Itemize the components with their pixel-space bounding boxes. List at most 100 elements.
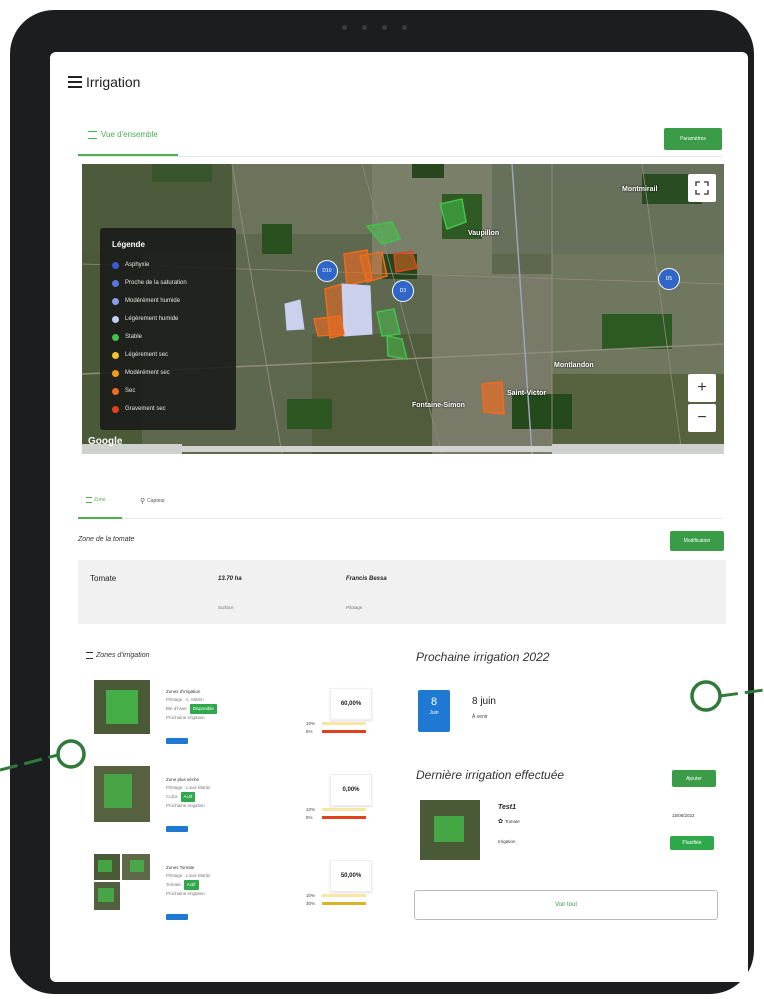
legend-item: Sec — [112, 386, 135, 396]
calendar-day: 8 — [430, 696, 438, 708]
irrigation-date: 15/06/2022 — [672, 813, 695, 818]
status-tag — [166, 738, 188, 744]
legend-item: Proche de la saturation — [112, 278, 187, 288]
next-irrigation-caption: À venir — [472, 714, 488, 720]
zone-title: Zone de la tomate — [78, 536, 135, 543]
subtab-divider — [78, 518, 723, 519]
road-badge: D5 — [658, 268, 680, 290]
status-badge: Planifiée — [670, 836, 714, 850]
sensor-icon: ⚲ — [140, 498, 146, 505]
fullscreen-button[interactable] — [688, 174, 716, 202]
road-badge: D3 — [392, 280, 414, 302]
legend-item: Asphyxie — [112, 260, 149, 270]
menu-icon[interactable] — [68, 76, 82, 88]
legend-item: Légèrement sec — [112, 350, 168, 360]
app-header: Irrigation — [50, 52, 748, 112]
camera-dot — [362, 25, 367, 30]
moisture-bar-row: 30% — [306, 900, 366, 907]
tab-overview[interactable]: Vue d'ensemble — [88, 130, 158, 139]
zone-summary: Tomate 13.70 ha Surface Francis Bessa Pi… — [78, 560, 726, 624]
status-tag — [166, 914, 188, 920]
moisture-bar-row: 5% — [306, 728, 366, 735]
place-label: Montlandon — [554, 362, 594, 369]
see-all-button[interactable]: Voir tout — [414, 890, 718, 920]
legend-dot — [112, 351, 119, 359]
next-irrigation-card: 8 Juin 8 juin À venir — [414, 674, 724, 742]
legend-title: Légende — [112, 240, 145, 249]
tablet-frame: Irrigation Vue d'ensemble Paramètres Mon… — [10, 10, 754, 994]
moisture-percentage: 0,00% — [330, 774, 372, 806]
calendar-month: Juin — [429, 710, 439, 716]
moisture-bar-row: 10% — [306, 806, 366, 813]
moisture-bar-row: 5% — [306, 814, 366, 821]
zone-crop: Tomate — [90, 574, 117, 583]
place-label: Saint-Victor — [507, 390, 547, 397]
tomato-icon: ✿ — [498, 819, 504, 825]
moisture-percentage: 50,00% — [330, 860, 372, 892]
legend-dot — [112, 405, 119, 413]
list-item[interactable]: Zones Tomate Pilotage : Louis Martin Tom… — [86, 848, 376, 934]
legend-dot — [112, 315, 119, 323]
moisture-percentage: 60,00% — [330, 688, 372, 720]
page-title: Irrigation — [86, 74, 141, 90]
map-legend: Légende Asphyxie Proche de la saturation… — [100, 228, 236, 430]
place-label: Vaupillon — [468, 230, 500, 237]
zones-list-title: Zones d'irrigation — [86, 652, 149, 659]
legend-dot — [112, 333, 119, 341]
tab-capteur-label: Capteur — [147, 498, 165, 504]
zone-area: 13.70 ha — [218, 576, 242, 582]
camera-dot — [402, 25, 407, 30]
moisture-bar-row: 10% — [306, 720, 366, 727]
modify-button[interactable]: Modification — [670, 531, 724, 551]
moisture-bar-row: 10% — [306, 892, 366, 899]
tab-capteur[interactable]: ⚲ Capteur — [140, 497, 165, 505]
settings-button[interactable]: Paramètres — [664, 128, 722, 150]
next-irrigation-title: Prochaine irrigation 2022 — [416, 650, 550, 664]
list-item[interactable]: Zone plus sèche Pilotage : Louis Martin … — [86, 760, 376, 846]
zoom-out-button[interactable]: − — [688, 404, 716, 432]
camera-dot — [342, 25, 347, 30]
irrigation-type: Irrigation — [498, 839, 516, 844]
zone-thumbnail — [94, 680, 150, 734]
irrigation-crop: ✿ Tomate — [498, 819, 520, 825]
tab-zone[interactable]: Zone — [86, 497, 105, 503]
add-button[interactable]: Ajouter — [672, 770, 716, 787]
place-label: Fontaine-Simon — [412, 402, 465, 409]
zone-details: Zones Tomate Pilotage : Louis Martin Tom… — [166, 865, 211, 896]
legend-dot — [112, 387, 119, 395]
legend-dot — [112, 369, 119, 377]
map-view[interactable]: Montmirail Vaupillon Montlandon Fontaine… — [82, 164, 724, 454]
road-badge: D10 — [316, 260, 338, 282]
list-item[interactable]: Zones d'irrigation Pilotage : A. Martin … — [86, 672, 376, 758]
tab-divider — [78, 156, 723, 157]
legend-item: Gravement sec — [112, 404, 166, 414]
fullscreen-icon — [695, 181, 709, 195]
legend-dot — [112, 297, 119, 305]
zone-owner: Francis Bessa — [346, 576, 387, 582]
legend-item: Stable — [112, 332, 142, 342]
tab-overview-label: Vue d'ensemble — [101, 130, 158, 139]
place-label: Montmirail — [622, 186, 658, 193]
zoom-in-button[interactable]: + — [688, 374, 716, 402]
subtab-active-indicator — [78, 517, 122, 519]
last-irrigation-card[interactable]: Test1 ✿ Tomate Irrigation 15/06/2022 Pla… — [414, 792, 724, 870]
tab-active-indicator — [78, 154, 178, 156]
legend-item: Modérément sec — [112, 368, 170, 378]
google-logo: Google — [88, 436, 123, 447]
legend-item: Légèrement humide — [112, 314, 178, 324]
tab-zone-label: Zone — [94, 497, 106, 503]
list-icon — [86, 497, 92, 503]
status-tag — [166, 826, 188, 832]
zone-thumbnail — [94, 766, 150, 822]
zone-owner-caption: Pilotage — [346, 605, 363, 610]
camera-dot — [382, 25, 387, 30]
legend-item: Modérément humide — [112, 296, 180, 306]
list-icon — [86, 652, 93, 659]
zone-details: Zone plus sèche Pilotage : Louis Martin … — [166, 777, 211, 808]
last-irrigation-title: Dernière irrigation effectuée — [416, 768, 565, 782]
calendar-badge: 8 Juin — [418, 690, 450, 732]
legend-dot — [112, 261, 119, 269]
legend-dot — [112, 279, 119, 287]
zone-details: Zones d'irrigation Pilotage : A. Martin … — [166, 688, 217, 722]
irrigation-name: Test1 — [498, 804, 517, 811]
